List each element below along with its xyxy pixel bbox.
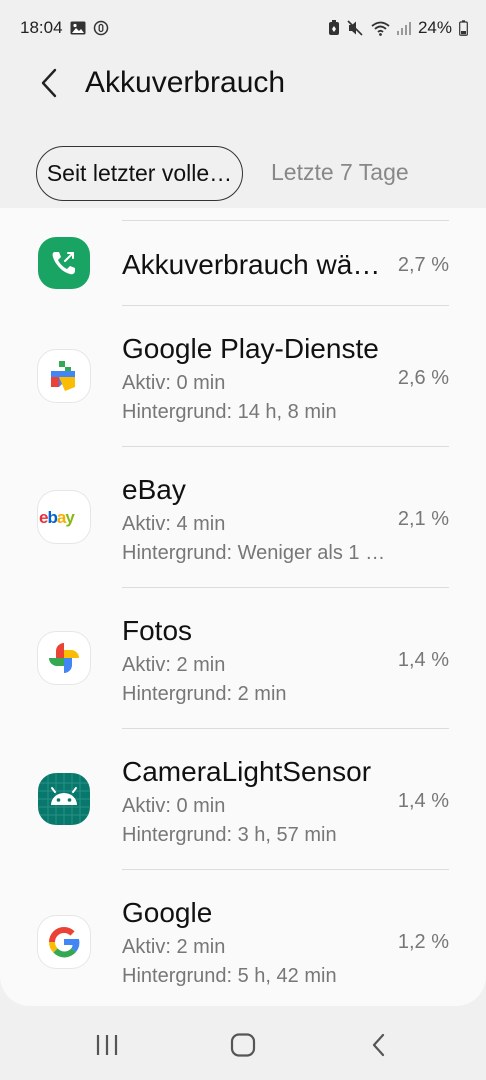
battery-icon: [459, 20, 468, 36]
background-time: Hintergrund: 3 h, 57 min: [122, 824, 337, 846]
app-name: Akkuverbrauch wä…: [122, 249, 381, 280]
battery-saver-icon: [328, 20, 340, 36]
battery-percent: 24%: [417, 18, 452, 37]
google-photos-icon: [38, 632, 90, 684]
background-time: Hintergrund: 2 min: [122, 683, 287, 705]
usage-percent: 2,7 %: [397, 254, 449, 276]
ebay-icon: ebay: [38, 491, 90, 543]
usage-percent: 2,6 %: [397, 367, 449, 389]
tab-since-last-charge[interactable]: Seit letzter volle…: [36, 146, 243, 201]
active-time: Aktiv: 2 min: [122, 936, 226, 958]
app-name: Google Play-Dienste: [122, 333, 379, 364]
android-icon: [38, 773, 90, 825]
usage-percent: 2,1 %: [397, 508, 449, 530]
app-name: CameraLightSensor: [122, 756, 372, 787]
recents-icon[interactable]: [87, 1028, 127, 1062]
usage-percent: 1,4 %: [397, 790, 449, 812]
period-tabs: Seit letzter volle… Letzte 7 Tage: [0, 146, 486, 202]
active-time: Aktiv: 0 min: [122, 372, 226, 394]
google-icon: [38, 916, 90, 968]
app-header: Akkuverbrauch: [0, 56, 486, 112]
gallery-icon: [70, 21, 86, 35]
back-arrow-icon[interactable]: [34, 68, 64, 98]
divider: [122, 220, 449, 221]
list-item[interactable]: ebay eBay Aktiv: 4 min Hintergrund: Weni…: [0, 447, 486, 588]
background-time: Hintergrund: Weniger als 1 …: [122, 542, 386, 564]
call-transfer-icon: [38, 237, 90, 289]
app-name: eBay: [122, 474, 186, 505]
usage-percent: 1,4 %: [397, 649, 449, 671]
tab-last-7-days[interactable]: Letzte 7 Tage: [271, 159, 409, 186]
active-time: Aktiv: 2 min: [122, 654, 226, 676]
list-item[interactable]: Akkuverbrauch wä… 2,7 %: [0, 222, 486, 306]
back-icon[interactable]: [359, 1028, 399, 1062]
list-item[interactable]: CameraLightSensor Aktiv: 0 min Hintergru…: [0, 729, 486, 870]
app-usage-list: Akkuverbrauch wä… 2,7 % Google Play-Dien…: [0, 208, 486, 1006]
page-title: Akkuverbrauch: [85, 66, 286, 99]
svg-text:ebay: ebay: [39, 508, 75, 527]
active-time: Aktiv: 4 min: [122, 513, 226, 535]
status-bar: 18:04 24%: [0, 0, 486, 56]
background-time: Hintergrund: 5 h, 42 min: [122, 965, 337, 987]
list-item[interactable]: Google Aktiv: 2 min Hintergrund: 5 h, 42…: [0, 870, 486, 1006]
active-time: Aktiv: 0 min: [122, 795, 226, 817]
navigation-bar: [0, 1006, 486, 1080]
list-item[interactable]: Google Play-Dienste Aktiv: 0 min Hinterg…: [0, 306, 486, 447]
home-icon[interactable]: [223, 1028, 263, 1062]
signal-icon: [396, 21, 411, 35]
mute-icon: [347, 20, 364, 36]
status-time: 18:04: [20, 18, 63, 37]
wifi-icon: [371, 21, 390, 36]
usage-percent: 1,2 %: [397, 931, 449, 953]
app-name: Fotos: [122, 615, 193, 646]
google-play-services-icon: [38, 350, 90, 402]
data-saver-icon: [93, 20, 109, 36]
list-item[interactable]: Fotos Aktiv: 2 min Hintergrund: 2 min 1,…: [0, 588, 486, 729]
background-time: Hintergrund: 14 h, 8 min: [122, 401, 337, 423]
app-name: Google: [122, 897, 213, 928]
